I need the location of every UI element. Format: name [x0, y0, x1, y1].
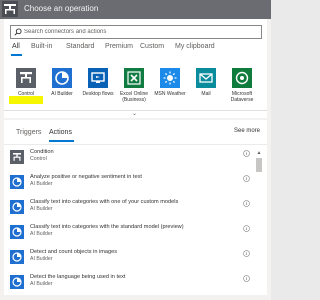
tab-built-in[interactable]: Built-in — [31, 43, 52, 50]
tab-actions[interactable]: Actions — [49, 129, 72, 136]
action-connector: AI Builder — [30, 256, 53, 262]
action-row-condition[interactable]: Condition Control — [4, 146, 254, 170]
action-title: Classify text into categories with one o… — [30, 199, 179, 205]
info-icon[interactable] — [243, 150, 250, 157]
desktop-flows-icon — [88, 68, 108, 88]
weather-icon — [160, 68, 180, 88]
action-row-analyze-sentiment[interactable]: Analyze positive or negative sentiment i… — [4, 171, 254, 195]
search-input[interactable] — [24, 26, 254, 38]
ai-builder-icon — [52, 68, 72, 88]
control-icon — [10, 150, 24, 164]
mail-icon — [196, 68, 216, 88]
search-icon — [14, 28, 22, 36]
see-more-link[interactable]: See more — [234, 128, 260, 134]
scrollbar-thumb[interactable] — [256, 158, 262, 172]
info-icon[interactable] — [243, 250, 250, 257]
dataverse-icon — [232, 68, 252, 88]
connector-panel: All Built-in Standard Premium Custom My … — [4, 19, 267, 117]
control-icon — [16, 68, 36, 88]
action-title: Condition — [30, 149, 54, 155]
action-connector: AI Builder — [30, 206, 53, 212]
actions-panel: Triggers Actions See more ▲ Condition Co… — [4, 120, 267, 295]
action-row-classify-standard[interactable]: Classify text into categories with the s… — [4, 221, 254, 245]
dialog-header: Choose an operation — [0, 0, 271, 19]
connector-label: Microsoft Dataverse — [230, 91, 254, 103]
connector-ai-builder[interactable]: AI Builder — [45, 68, 79, 116]
action-connector: AI Builder — [30, 231, 53, 237]
action-row-detect-language[interactable]: Detect the language being used in text A… — [4, 271, 254, 295]
ai-builder-icon — [10, 175, 24, 189]
tab-premium[interactable]: Premium — [105, 43, 133, 50]
ai-builder-icon — [10, 250, 24, 264]
info-icon[interactable] — [243, 275, 250, 282]
collapse-connectors-bar[interactable]: ⌄ — [4, 110, 267, 118]
ai-builder-icon — [10, 200, 24, 214]
scrollbar-track[interactable] — [255, 157, 263, 290]
scroll-up-arrow-icon[interactable]: ▲ — [255, 150, 263, 156]
operation-icon — [2, 1, 18, 17]
choose-operation-dialog: Choose an operation All Built-in Standar… — [0, 0, 271, 300]
action-title: Detect the language being used in text — [30, 274, 126, 280]
ai-builder-icon — [10, 275, 24, 289]
selected-tab-indicator — [11, 54, 22, 56]
tab-triggers[interactable]: Triggers — [16, 129, 41, 136]
excel-icon — [124, 68, 144, 88]
ai-builder-icon — [10, 225, 24, 239]
tab-standard[interactable]: Standard — [66, 43, 94, 50]
action-connector: AI Builder — [30, 181, 53, 187]
selected-tab-indicator — [49, 140, 74, 142]
divider — [4, 144, 267, 145]
action-row-detect-objects[interactable]: Detect and count objects in images AI Bu… — [4, 246, 254, 270]
connector-control[interactable]: Control — [9, 68, 43, 116]
search-box[interactable] — [10, 25, 262, 39]
action-title: Analyze positive or negative sentiment i… — [30, 174, 142, 180]
tab-my-clipboard[interactable]: My clipboard — [175, 43, 215, 50]
connector-desktop-flows[interactable]: Desktop flows — [81, 68, 115, 116]
connector-mail[interactable]: Mail — [189, 68, 223, 116]
connector-microsoft-dataverse[interactable]: Microsoft Dataverse — [225, 68, 259, 116]
tab-all[interactable]: All — [12, 43, 20, 50]
info-icon[interactable] — [243, 225, 250, 232]
connector-excel-online[interactable]: Excel Online (Business) — [117, 68, 151, 116]
dialog-title: Choose an operation — [24, 4, 99, 13]
chevron-down-icon: ⌄ — [132, 111, 138, 117]
connector-msn-weather[interactable]: MSN Weather — [153, 68, 187, 116]
action-title: Detect and count objects in images — [30, 249, 118, 255]
action-title: Classify text into categories with the s… — [30, 224, 184, 230]
action-row-classify-custom[interactable]: Classify text into categories with one o… — [4, 196, 254, 220]
action-connector: Control — [30, 156, 47, 162]
info-icon[interactable] — [243, 200, 250, 207]
action-connector: AI Builder — [30, 281, 53, 287]
info-icon[interactable] — [243, 175, 250, 182]
tab-custom[interactable]: Custom — [140, 43, 164, 50]
